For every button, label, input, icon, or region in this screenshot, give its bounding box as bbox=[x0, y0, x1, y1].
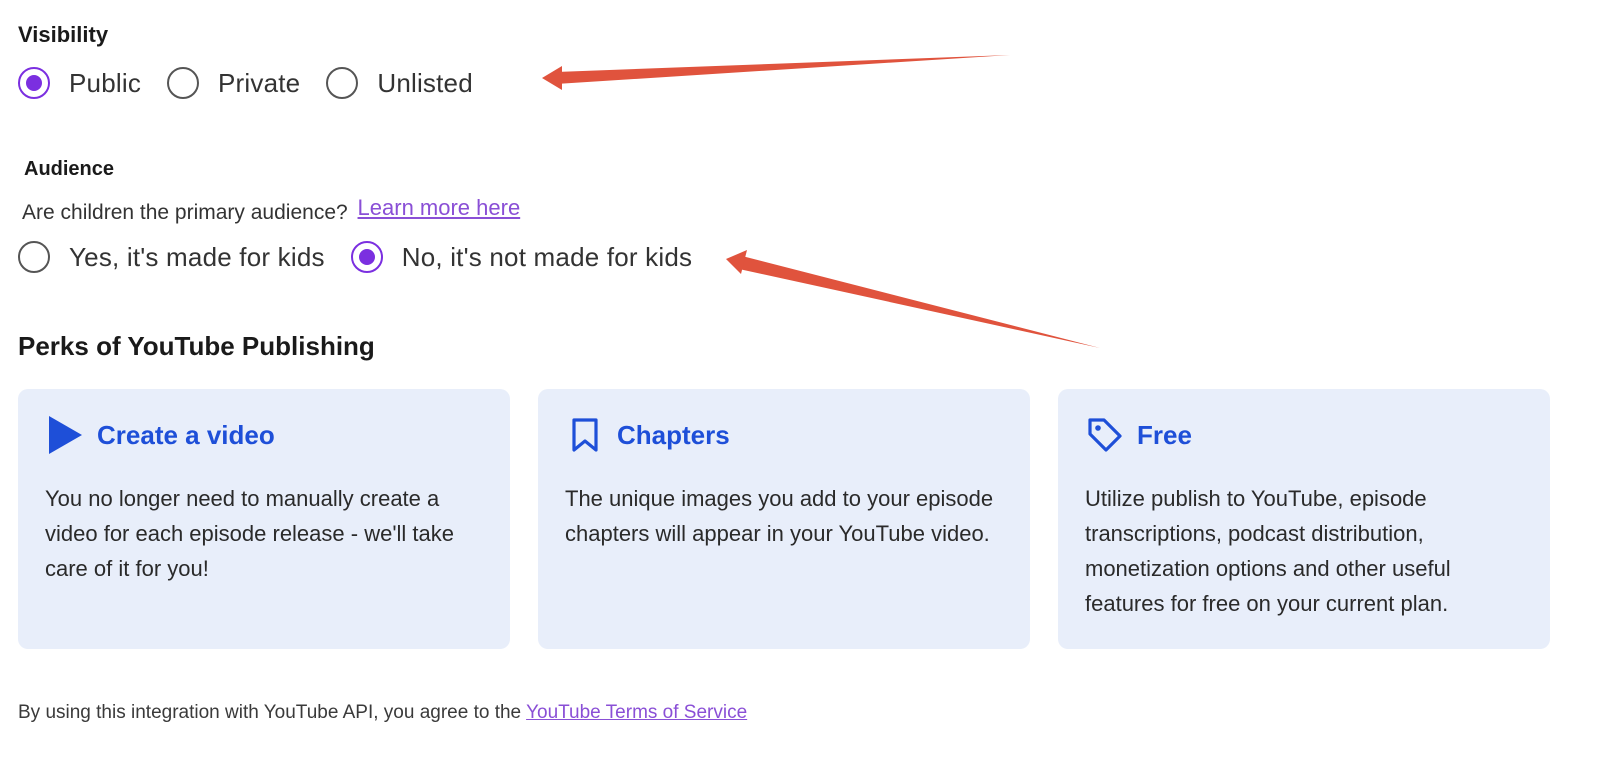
annotation-arrow-audience bbox=[726, 250, 1100, 348]
annotation-arrow-visibility bbox=[542, 55, 1010, 90]
annotation-arrows bbox=[542, 55, 1100, 348]
